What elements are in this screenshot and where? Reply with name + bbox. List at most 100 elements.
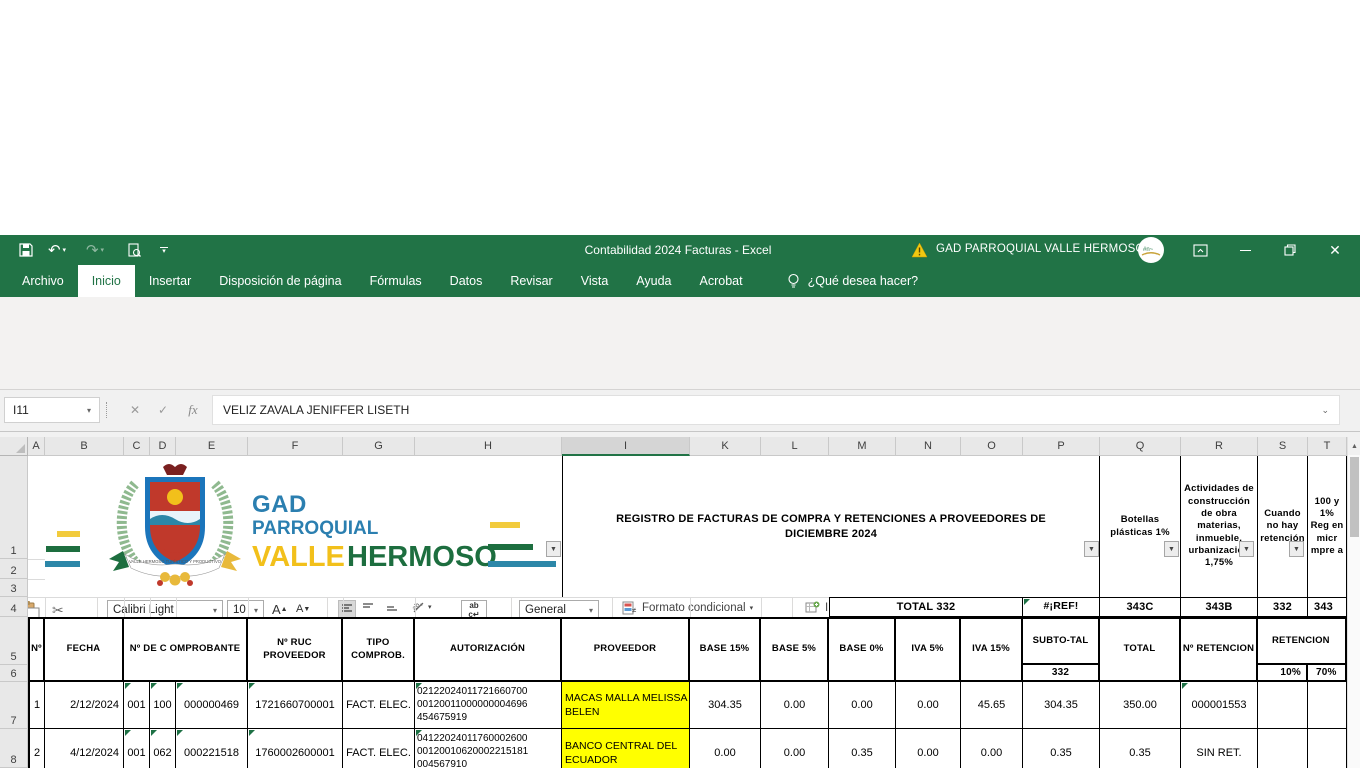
column-header-p[interactable]: P — [1023, 437, 1100, 456]
align-bottom-button[interactable] — [386, 604, 398, 614]
tab-formulas[interactable]: Fórmulas — [356, 265, 436, 297]
select-all-corner[interactable] — [0, 437, 28, 456]
redo-button[interactable]: ↷▾ — [82, 238, 108, 262]
header-q1[interactable]: Botellas plásticas 1% — [1100, 456, 1181, 597]
enter-button[interactable]: ✓ — [152, 399, 174, 421]
header-total[interactable]: TOTAL — [1100, 619, 1181, 682]
column-header-b[interactable]: B — [45, 437, 124, 456]
header-iva15[interactable]: IVA 15% — [961, 619, 1023, 682]
column-header-c[interactable]: C — [124, 437, 150, 456]
name-box-dropdown[interactable]: ▾ — [87, 406, 91, 415]
filter-button-q1[interactable]: ▼ — [1164, 541, 1179, 557]
decrease-font-button[interactable]: A▼ — [296, 603, 310, 615]
header-n[interactable]: Nº — [30, 619, 45, 682]
formula-bar-expand[interactable]: ⌄ — [1321, 405, 1329, 416]
cell-g8-tipo[interactable]: FACT. ELEC. — [343, 729, 415, 768]
cell-q8[interactable]: 0.35 — [1100, 729, 1181, 768]
header-retencion[interactable]: RETENCION — [1258, 619, 1347, 665]
column-header-r[interactable]: R — [1181, 437, 1258, 456]
cell-f7-ruc[interactable]: 1721660700001 — [248, 682, 343, 729]
name-box[interactable]: I11 ▾ — [4, 397, 100, 423]
filter-button-title-cell[interactable]: ▼ — [1084, 541, 1099, 557]
cell-a7[interactable]: 1 — [30, 682, 45, 729]
cell-b7-fecha[interactable]: 2/12/2024 — [45, 682, 124, 729]
tab-disposicion[interactable]: Disposición de página — [205, 265, 355, 297]
cell-t7[interactable] — [1308, 682, 1347, 729]
cell-h7-autorizacion[interactable]: 0212202401172166070000120011000000004696… — [415, 682, 562, 729]
header-iva5[interactable]: IVA 5% — [896, 619, 961, 682]
undo-button[interactable]: ↶▾ — [44, 238, 70, 262]
column-header-f[interactable]: F — [248, 437, 343, 456]
tab-vista[interactable]: Vista — [567, 265, 623, 297]
column-header-d[interactable]: D — [150, 437, 176, 456]
scrollbar-thumb[interactable] — [1350, 457, 1359, 537]
row-header-4[interactable]: 4 — [0, 597, 28, 617]
column-header-m[interactable]: M — [829, 437, 896, 456]
save-button[interactable] — [16, 238, 36, 262]
cell-e8[interactable]: 000221518 — [176, 729, 248, 768]
header-ret70[interactable]: 70% — [1308, 665, 1347, 682]
row-header-5[interactable]: 5 — [0, 617, 28, 665]
cell-p7[interactable]: 304.35 — [1023, 682, 1100, 729]
column-header-s[interactable]: S — [1258, 437, 1308, 456]
formula-input[interactable]: VELIZ ZAVALA JENIFFER LISETH ⌄ — [212, 395, 1340, 425]
cell-a8[interactable]: 2 — [30, 729, 45, 768]
logo-cell[interactable]: VALLE HERMOSO TURÍSTICO Y PRODUCTIVO GAD… — [45, 456, 562, 597]
column-header-n[interactable]: N — [896, 437, 961, 456]
row-header-6[interactable]: 6 — [0, 665, 28, 682]
cell-d7[interactable]: 100 — [150, 682, 176, 729]
column-header-q[interactable]: Q — [1100, 437, 1181, 456]
report-title-cell[interactable]: REGISTRO DE FACTURAS DE COMPRA Y RETENCI… — [562, 456, 1100, 597]
cell-r7-retencion[interactable]: 000001553 — [1181, 682, 1258, 729]
cancel-button[interactable]: ✕ — [124, 399, 146, 421]
row-header-7[interactable]: 7 — [0, 682, 28, 729]
cell-o8[interactable]: 0.00 — [961, 729, 1023, 768]
header-subtotal[interactable]: SUBTO-TAL — [1023, 619, 1100, 665]
align-middle-button[interactable] — [362, 602, 374, 612]
cell-m7[interactable]: 0.00 — [829, 682, 896, 729]
column-header-g[interactable]: G — [343, 437, 415, 456]
account-name[interactable]: GAD PARROQUIAL VALLE HERMOSO — [936, 243, 1145, 255]
header-tipo[interactable]: TIPO COMPROB. — [343, 619, 415, 682]
header-base15[interactable]: BASE 15% — [690, 619, 761, 682]
cell-f8-ruc[interactable]: 1760002600001 — [248, 729, 343, 768]
cell-q7[interactable]: 350.00 — [1100, 682, 1181, 729]
header-fecha[interactable]: FECHA — [45, 619, 124, 682]
tab-revisar[interactable]: Revisar — [496, 265, 566, 297]
restore-button[interactable] — [1279, 238, 1301, 262]
row-header-2[interactable]: 2 — [0, 559, 28, 579]
header-comprobante[interactable]: Nº DE C OMPROBANTE — [124, 619, 248, 682]
header-nretencion[interactable]: Nº RETENCION — [1181, 619, 1258, 682]
cell-t4[interactable]: 343 — [1308, 597, 1347, 617]
header-s1[interactable]: Cuando no hay retención — [1258, 456, 1308, 597]
cell-ref-error[interactable]: #¡REF! — [1023, 597, 1100, 617]
column-header-l[interactable]: L — [761, 437, 829, 456]
customize-qat-button[interactable]: ▾ — [156, 238, 172, 262]
cell-i8-proveedor[interactable]: BANCO CENTRAL DEL ECUADOR — [562, 729, 690, 768]
column-header-a[interactable]: A — [28, 437, 45, 456]
cell-o7[interactable]: 45.65 — [961, 682, 1023, 729]
tab-inicio[interactable]: Inicio — [78, 265, 135, 297]
tab-datos[interactable]: Datos — [436, 265, 497, 297]
cell-d8[interactable]: 062 — [150, 729, 176, 768]
cell-g7-tipo[interactable]: FACT. ELEC. — [343, 682, 415, 729]
filter-button-s1[interactable]: ▼ — [1289, 541, 1304, 557]
cell-c8[interactable]: 001 — [124, 729, 150, 768]
cell-k8[interactable]: 0.00 — [690, 729, 761, 768]
cell-n8[interactable]: 0.00 — [896, 729, 961, 768]
column-header-o[interactable]: O — [961, 437, 1023, 456]
cell-l8[interactable]: 0.00 — [761, 729, 829, 768]
cell-t8[interactable] — [1308, 729, 1347, 768]
filter-button-logo-cell[interactable]: ▼ — [546, 541, 561, 557]
tab-insertar[interactable]: Insertar — [135, 265, 205, 297]
column-header-t[interactable]: T — [1308, 437, 1347, 456]
header-subtotal-num[interactable]: 332 — [1023, 665, 1100, 682]
tab-ayuda[interactable]: Ayuda — [622, 265, 685, 297]
header-base0[interactable]: BASE 0% — [829, 619, 896, 682]
insert-function-button[interactable]: fx — [182, 399, 204, 421]
minimize-button[interactable] — [1234, 238, 1256, 262]
cell-k7[interactable]: 304.35 — [690, 682, 761, 729]
cell-c7[interactable]: 001 — [124, 682, 150, 729]
cell-s8[interactable] — [1258, 729, 1308, 768]
header-base5[interactable]: BASE 5% — [761, 619, 829, 682]
